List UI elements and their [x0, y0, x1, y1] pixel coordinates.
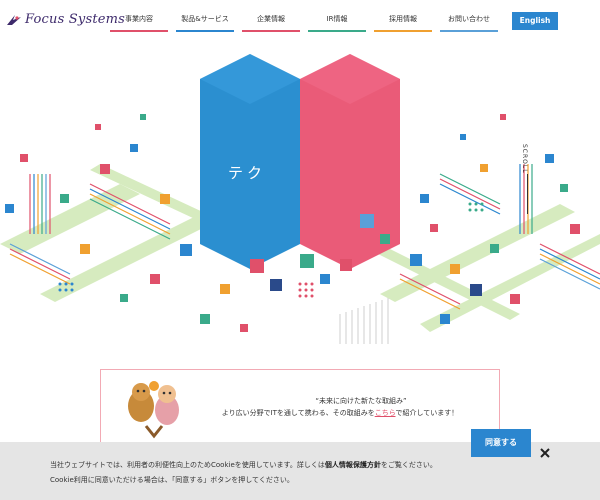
nav-underline: [110, 30, 168, 32]
nav-label: 採用情報: [389, 15, 417, 23]
card-title: “未来に向けた新たな取組み”: [315, 397, 407, 405]
nav-business[interactable]: 事業内容: [110, 14, 168, 32]
logo[interactable]: Focus Systems: [6, 12, 125, 27]
nav-label: お問い合わせ: [448, 15, 490, 23]
privacy-policy-link[interactable]: 個人情報保護方針: [325, 461, 381, 469]
card-text-after: で紹介しています！: [395, 409, 459, 417]
nav-label: 企業情報: [257, 15, 285, 23]
cookie-line-1-after: をご覧ください。: [380, 461, 437, 469]
nav-underline: [176, 30, 234, 32]
english-button[interactable]: English: [512, 12, 558, 30]
main-nav: 事業内容 製品&サービス 企業情報 IR情報 採用情報 お問い合わせ: [110, 14, 506, 32]
nav-company[interactable]: 企業情報: [242, 14, 300, 32]
initiative-link[interactable]: こちら: [375, 409, 396, 417]
nav-underline: [308, 30, 366, 32]
cookie-line-2: Cookie利用に同意いただける場合は、「同意する」ボタンを押してください。: [50, 476, 294, 484]
nav-underline: [374, 30, 432, 32]
site-header: Focus Systems 事業内容 製品&サービス 企業情報 IR情報 採用情…: [0, 0, 600, 44]
logo-mark-icon: [7, 14, 21, 25]
nav-underline: [242, 30, 300, 32]
card-text: より広い分野でITを通して携わる、その取組みをこちらで紹介しています！: [211, 408, 469, 418]
nav-contact[interactable]: お問い合わせ: [440, 14, 498, 32]
scroll-line: [527, 174, 528, 214]
nav-products[interactable]: 製品&サービス: [176, 14, 234, 32]
cookie-line-1-before: 当社ウェブサイトでは、利用者の利便性向上のためCookieを使用しています。詳し…: [50, 461, 325, 469]
card-text-before: より広い分野でITを通して携わる、その取組みを: [221, 409, 375, 417]
nav-label: 事業内容: [125, 15, 153, 23]
hero-visual: テク SCROLL: [0, 44, 600, 344]
cookie-text: 当社ウェブサイトでは、利用者の利便性向上のためCookieを使用しています。詳し…: [50, 458, 437, 488]
cookie-line-1: 当社ウェブサイトでは、利用者の利便性向上のためCookieを使用しています。詳し…: [50, 458, 437, 473]
scroll-indicator[interactable]: SCROLL: [521, 144, 528, 174]
nav-label: 製品&サービス: [181, 15, 229, 23]
nav-ir[interactable]: IR情報: [308, 14, 366, 32]
nav-recruit[interactable]: 採用情報: [374, 14, 432, 32]
hero-headline: テク: [228, 164, 267, 182]
nav-label: IR情報: [326, 15, 348, 23]
close-icon[interactable]: [538, 446, 552, 460]
hero-illustration: [0, 54, 600, 344]
agree-button[interactable]: 同意する: [471, 429, 531, 457]
mascot-illustration: [128, 381, 179, 439]
nav-underline: [440, 30, 498, 32]
